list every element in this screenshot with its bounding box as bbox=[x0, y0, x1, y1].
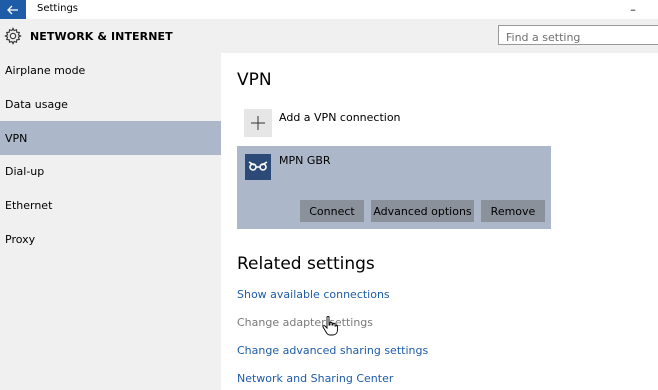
plus-icon bbox=[251, 116, 265, 130]
gear-icon bbox=[4, 27, 22, 45]
sidebar-item-label: Ethernet bbox=[5, 198, 53, 212]
connect-button[interactable]: Connect bbox=[300, 200, 364, 222]
main-content: VPN Add a VPN connection MPN GBR Connect… bbox=[221, 53, 658, 390]
sidebar-item-dial-up[interactable]: Dial-up bbox=[0, 154, 221, 188]
back-button[interactable] bbox=[0, 0, 26, 19]
sidebar-item-label: VPN bbox=[5, 131, 28, 145]
back-arrow-icon bbox=[7, 5, 18, 14]
search-box[interactable] bbox=[498, 25, 658, 47]
minimize-icon: – bbox=[630, 3, 636, 16]
sidebar-item-label: Proxy bbox=[5, 232, 36, 246]
related-settings-title: Related settings bbox=[237, 254, 375, 274]
add-vpn-button[interactable] bbox=[244, 109, 272, 137]
title-bar: Settings – bbox=[0, 0, 658, 19]
hand-cursor-icon bbox=[322, 316, 338, 336]
sidebar-item-label: Dial-up bbox=[5, 164, 45, 178]
network-and-sharing-center-link[interactable]: Network and Sharing Center bbox=[237, 372, 393, 385]
page-title: NETWORK & INTERNET bbox=[30, 30, 173, 43]
search-input[interactable] bbox=[499, 28, 656, 47]
sidebar: Airplane mode Data usage VPN Dial-up Eth… bbox=[0, 53, 221, 390]
sidebar-item-vpn[interactable]: VPN bbox=[0, 121, 221, 155]
sidebar-item-data-usage[interactable]: Data usage bbox=[0, 87, 221, 121]
vpn-connection-card[interactable]: MPN GBR Connect Advanced options Remove bbox=[237, 146, 551, 229]
vpn-section-title: VPN bbox=[237, 70, 272, 90]
show-available-connections-link[interactable]: Show available connections bbox=[237, 288, 390, 301]
page-header: NETWORK & INTERNET bbox=[0, 19, 658, 53]
add-vpn-label[interactable]: Add a VPN connection bbox=[279, 111, 401, 124]
sidebar-item-proxy[interactable]: Proxy bbox=[0, 222, 221, 256]
window-title: Settings bbox=[37, 3, 79, 14]
sidebar-item-label: Data usage bbox=[5, 97, 68, 111]
sidebar-item-label: Airplane mode bbox=[5, 63, 86, 77]
advanced-options-button[interactable]: Advanced options bbox=[371, 200, 474, 222]
sidebar-item-ethernet[interactable]: Ethernet bbox=[0, 188, 221, 222]
change-adapter-settings-link[interactable]: Change adapter settings bbox=[237, 316, 373, 329]
minimize-button[interactable]: – bbox=[622, 0, 644, 19]
sidebar-item-airplane-mode[interactable]: Airplane mode bbox=[0, 53, 221, 87]
vpn-connection-name: MPN GBR bbox=[279, 154, 331, 167]
vpn-icon bbox=[245, 154, 271, 180]
change-advanced-sharing-settings-link[interactable]: Change advanced sharing settings bbox=[237, 344, 428, 357]
remove-button[interactable]: Remove bbox=[481, 200, 545, 222]
